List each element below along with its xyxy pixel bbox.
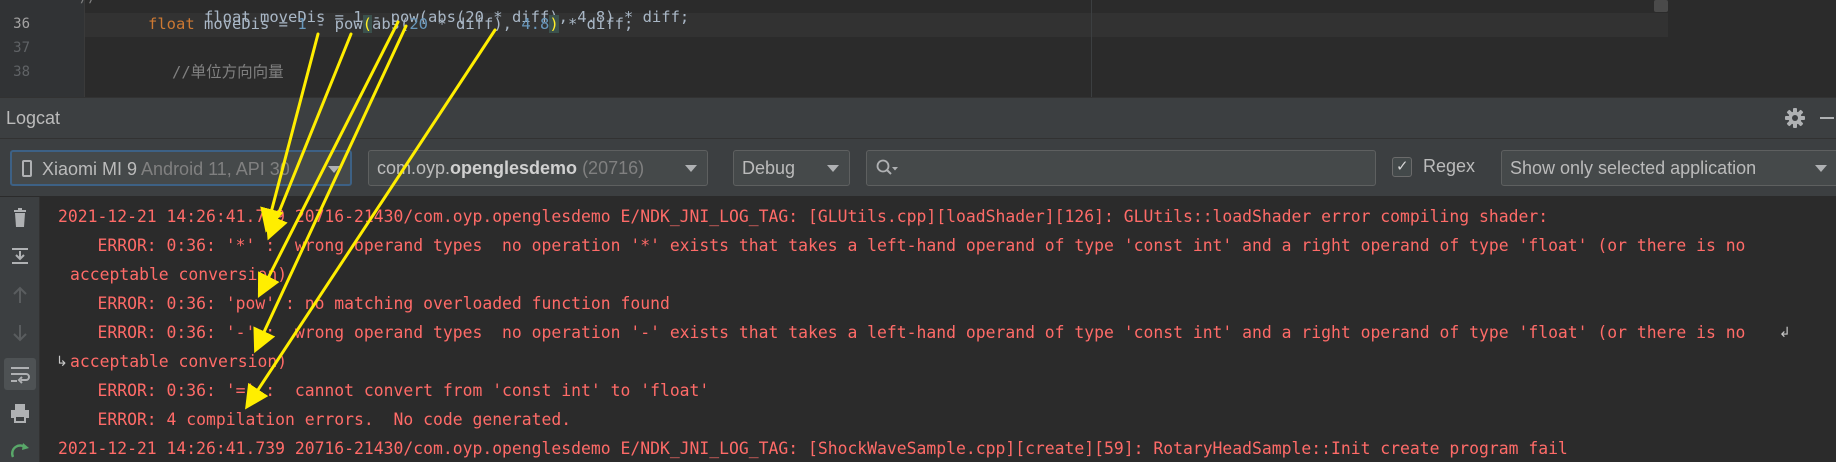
log-entry: ERROR: 4 compilation errors. No code gen… xyxy=(58,410,572,429)
log-level-value: Debug xyxy=(742,158,796,178)
editor-scrollbar-thumb[interactable] xyxy=(1654,0,1668,12)
fold-marker: // xyxy=(80,0,97,6)
line-number-gutter: 36 37 38 // xyxy=(0,0,97,97)
process-app-name: openglesdemo xyxy=(450,158,578,178)
matched-paren: ) xyxy=(549,15,559,33)
logcat-tool-window-header: Logcat xyxy=(0,97,1836,139)
print-icon[interactable] xyxy=(6,399,34,427)
log-entry-wrapped: acceptable conversion) xyxy=(70,352,288,371)
line-number: 37 xyxy=(13,40,30,56)
restart-icon[interactable] xyxy=(6,437,34,462)
scroll-to-end-icon[interactable] xyxy=(6,242,34,270)
logcat-output[interactable]: 2021-12-21 14:26:41.739 20716-21430/com.… xyxy=(40,197,1836,462)
soft-wrap-continuation-icon: ↳ xyxy=(56,354,68,370)
up-arrow-icon[interactable] xyxy=(6,281,34,309)
logcat-search-box[interactable] xyxy=(866,150,1376,186)
soft-wrap-marker-icon: ↲ xyxy=(1779,325,1791,341)
minimize-icon[interactable] xyxy=(1818,107,1836,129)
log-entry: 2021-12-21 14:26:41.739 20716-21430/com.… xyxy=(58,439,1568,458)
editor-right-margin xyxy=(1668,0,1836,97)
code-editor[interactable]: 36 37 38 // float moveDis = 1 - pow(abs(… xyxy=(0,0,1836,97)
regex-checkbox[interactable]: ✓ xyxy=(1392,157,1412,177)
filter-value: Show only selected application xyxy=(1510,158,1757,178)
device-detail: Android 11, API 30 xyxy=(137,159,290,179)
code-text: * diff; xyxy=(558,15,634,33)
gear-icon[interactable] xyxy=(1784,107,1806,129)
code-text: * diff), xyxy=(428,15,522,33)
code-text: abs( xyxy=(372,15,410,33)
matched-paren: ( xyxy=(362,15,373,33)
process-pid: (20716) xyxy=(577,158,645,178)
code-number: 20 xyxy=(409,15,429,33)
log-entry: ERROR: 0:36: '*' : wrong operand types n… xyxy=(58,236,1746,255)
device-name: Xiaomi MI 9 xyxy=(42,159,138,179)
log-entry-wrapped: acceptable conversion) xyxy=(70,265,288,284)
code-text: moveDis = xyxy=(194,15,298,33)
down-arrow-icon[interactable] xyxy=(6,319,34,347)
log-level-selector[interactable]: Debug xyxy=(733,150,850,186)
process-selector[interactable]: com.oyp.openglesdemo (20716) xyxy=(368,150,708,186)
trash-icon[interactable] xyxy=(6,204,34,232)
line-number: 36 xyxy=(13,16,30,32)
checkmark-icon: ✓ xyxy=(1396,157,1409,175)
code-line-38: //单位方向向量 xyxy=(172,63,284,81)
android-studio-window: 36 37 38 // float moveDis = 1 - pow(abs(… xyxy=(0,0,1836,462)
phone-icon xyxy=(22,159,32,177)
device-selector[interactable]: Xiaomi MI 9 Android 11, API 30 xyxy=(10,150,352,186)
process-prefix: com.oyp. xyxy=(377,158,451,178)
regex-label[interactable]: Regex xyxy=(1423,156,1475,177)
logcat-toolbar: Xiaomi MI 9 Android 11, API 30 com.oyp.o… xyxy=(0,139,1836,197)
editor-split-divider[interactable] xyxy=(1091,0,1092,97)
soft-wrap-icon[interactable] xyxy=(6,360,34,388)
chevron-down-icon xyxy=(685,165,697,172)
tool-window-title: Logcat xyxy=(6,108,61,128)
log-entry: ERROR: 0:36: '-' : wrong operand types n… xyxy=(58,323,1746,342)
log-entry: ERROR: 0:36: '=' : cannot convert from '… xyxy=(58,381,710,400)
chevron-down-icon xyxy=(328,166,340,173)
filter-selector[interactable]: Show only selected application xyxy=(1501,150,1836,186)
code-text: - pow xyxy=(306,15,363,33)
search-icon[interactable] xyxy=(875,158,899,178)
chevron-down-icon xyxy=(1815,165,1827,172)
search-input[interactable] xyxy=(905,155,1369,183)
code-line-36: float moveDis = 1 - pow(abs(20 * diff), … xyxy=(148,14,633,34)
line-number: 38 xyxy=(13,64,30,80)
log-entry: ERROR: 0:36: 'pow' : no matching overloa… xyxy=(58,294,670,313)
log-entry: 2021-12-21 14:26:41.739 20716-21430/com.… xyxy=(58,207,1549,226)
code-number: 4.8 xyxy=(521,15,550,33)
logcat-side-toolbar xyxy=(0,197,40,462)
chevron-down-icon xyxy=(827,165,839,172)
code-keyword: float xyxy=(148,15,195,33)
code-number: 1 xyxy=(297,15,307,33)
